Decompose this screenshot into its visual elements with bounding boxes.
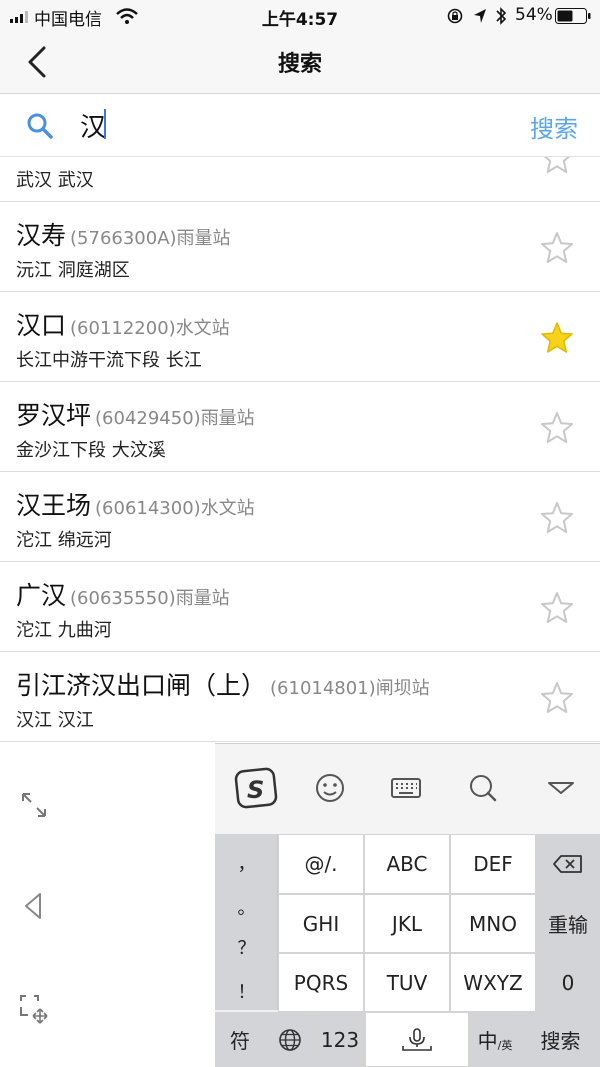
orientation-lock-icon bbox=[447, 8, 463, 24]
search-button[interactable]: 搜索 bbox=[530, 109, 578, 144]
station-location: 沱江 九曲河 bbox=[16, 620, 112, 641]
station-location: 武汉 武汉 bbox=[16, 170, 94, 191]
station-location: 沅江 洞庭湖区 bbox=[16, 260, 130, 281]
key-7[interactable]: MNO bbox=[450, 894, 536, 953]
star-outline-icon[interactable] bbox=[540, 681, 574, 715]
reenter-key[interactable]: 重输 bbox=[536, 894, 600, 953]
result-row[interactable]: 罗汉坪 (60429450)雨量站金沙江下段 大汶溪 bbox=[0, 382, 600, 472]
key-3[interactable]: ABC bbox=[364, 834, 450, 894]
result-row[interactable]: 汉王场 (60614300)水文站沱江 绵远河 bbox=[0, 472, 600, 562]
station-location: 沱江 绵远河 bbox=[16, 530, 112, 551]
result-row[interactable]: 引江济汉出口闸（上） (61014801)闸坝站汉江 汉江 bbox=[0, 652, 600, 742]
nav-bar: 搜索 bbox=[0, 32, 600, 94]
key-4[interactable]: DEF bbox=[450, 834, 536, 894]
station-type: 雨量站 bbox=[175, 588, 230, 609]
symbol-key[interactable]: 符 bbox=[215, 1012, 265, 1067]
station-code: (61014801) bbox=[270, 678, 376, 699]
search-icon bbox=[27, 113, 53, 139]
globe-key[interactable] bbox=[265, 1012, 315, 1067]
star-filled-icon[interactable] bbox=[540, 321, 574, 355]
station-type: 雨量站 bbox=[176, 228, 231, 249]
station-name: 广汉 bbox=[16, 581, 67, 610]
station-type: 水文站 bbox=[200, 498, 255, 519]
keyboard-side-panel bbox=[0, 743, 215, 1067]
space-key[interactable] bbox=[365, 1012, 469, 1067]
page-title: 搜索 bbox=[277, 52, 322, 77]
star-outline-icon[interactable] bbox=[540, 411, 574, 445]
status-bar: 中国电信 上午4:57 54% bbox=[0, 0, 600, 32]
globe-icon bbox=[279, 1028, 301, 1051]
result-row[interactable]: 汉寿 (5766300A)雨量站沅江 洞庭湖区 bbox=[0, 202, 600, 292]
microphone-icon bbox=[402, 1027, 432, 1051]
one-hand-mode-icon[interactable] bbox=[18, 993, 50, 1025]
sogou-logo-icon[interactable]: S bbox=[233, 764, 281, 812]
language-switch-key[interactable]: 中/英 bbox=[469, 1012, 521, 1067]
station-title: 引江济汉出口闸（上） (61014801)闸坝站 bbox=[16, 666, 430, 702]
emoji-icon[interactable] bbox=[306, 764, 354, 812]
punct-key[interactable]: 。 bbox=[215, 894, 278, 920]
lang-main-label: 中 bbox=[477, 1029, 498, 1053]
station-type: 雨量站 bbox=[200, 408, 255, 429]
station-code: (5766300A) bbox=[70, 228, 177, 249]
station-name: 引江济汉出口闸（上） bbox=[16, 671, 267, 700]
station-name: 罗汉坪 bbox=[16, 401, 92, 430]
battery-percent: 54% bbox=[515, 5, 553, 25]
station-type: 闸坝站 bbox=[375, 678, 430, 699]
bluetooth-icon bbox=[496, 7, 507, 25]
station-title: 汉口 (60112200)水文站 bbox=[16, 306, 230, 342]
station-name: 汉王场 bbox=[16, 491, 92, 520]
station-type: 水文站 bbox=[175, 318, 230, 339]
keyboard-keys: ， 。 ？ ！ @/. ABC DEF GHI JKL MNO 重输 PQRS … bbox=[215, 834, 600, 1067]
key-9[interactable]: TUV bbox=[364, 953, 450, 1012]
backspace-key[interactable] bbox=[536, 834, 600, 894]
text-caret bbox=[104, 109, 106, 139]
keyboard-search-key[interactable]: 搜索 bbox=[521, 1012, 600, 1067]
keyboard-toolbar: S bbox=[215, 743, 600, 834]
svg-text:S: S bbox=[247, 776, 264, 804]
punct-key[interactable]: ！ bbox=[215, 978, 278, 1004]
key-5[interactable]: GHI bbox=[278, 894, 364, 953]
station-code: (60112200) bbox=[70, 318, 176, 339]
lang-sub-label: /英 bbox=[497, 1038, 513, 1052]
station-title: 汉王场 (60614300)水文站 bbox=[16, 486, 255, 522]
collapse-icon[interactable] bbox=[537, 764, 585, 812]
station-code: (60614300) bbox=[95, 498, 201, 519]
keyboard-icon[interactable] bbox=[382, 764, 430, 812]
punct-key[interactable]: ， bbox=[215, 850, 278, 876]
result-row[interactable]: 汉口 (60112200)水文站长江中游干流下段 长江 bbox=[0, 292, 600, 382]
punct-key[interactable]: ？ bbox=[215, 934, 278, 960]
search-bar: 汉 搜索 bbox=[0, 95, 600, 157]
station-code: (60635550) bbox=[70, 588, 176, 609]
triangle-left-icon[interactable] bbox=[22, 891, 44, 921]
station-code: (60429450) bbox=[95, 408, 201, 429]
station-name: 汉寿 bbox=[16, 221, 67, 250]
punctuation-column[interactable]: ， 。 ？ ！ bbox=[215, 834, 278, 1010]
station-title: 广汉 (60635550)雨量站 bbox=[16, 576, 230, 612]
search-input[interactable]: 汉 bbox=[80, 107, 106, 144]
star-outline-icon[interactable] bbox=[540, 591, 574, 625]
key-8[interactable]: PQRS bbox=[278, 953, 364, 1012]
star-outline-icon[interactable] bbox=[540, 231, 574, 265]
battery-icon bbox=[555, 8, 591, 24]
clock: 上午4:57 bbox=[261, 10, 339, 30]
number-key[interactable]: 123 bbox=[315, 1012, 365, 1067]
station-title: 罗汉坪 (60429450)雨量站 bbox=[16, 396, 255, 432]
station-location: 金沙江下段 大汶溪 bbox=[16, 440, 166, 461]
star-outline-icon[interactable] bbox=[540, 501, 574, 535]
station-location: 长江中游干流下段 长江 bbox=[16, 350, 202, 371]
station-title: 汉寿 (5766300A)雨量站 bbox=[16, 216, 231, 252]
search-icon[interactable] bbox=[459, 764, 507, 812]
backspace-icon bbox=[553, 855, 582, 873]
station-location: 汉江 汉江 bbox=[16, 710, 94, 731]
zero-key[interactable]: 0 bbox=[536, 953, 600, 1012]
key-2[interactable]: @/. bbox=[278, 834, 364, 894]
location-icon bbox=[474, 9, 486, 23]
key-10[interactable]: WXYZ bbox=[450, 953, 536, 1012]
station-name: 汉口 bbox=[16, 311, 67, 340]
key-6[interactable]: JKL bbox=[364, 894, 450, 953]
result-row[interactable]: 广汉 (60635550)雨量站沱江 九曲河 bbox=[0, 562, 600, 652]
expand-icon[interactable] bbox=[20, 791, 48, 819]
